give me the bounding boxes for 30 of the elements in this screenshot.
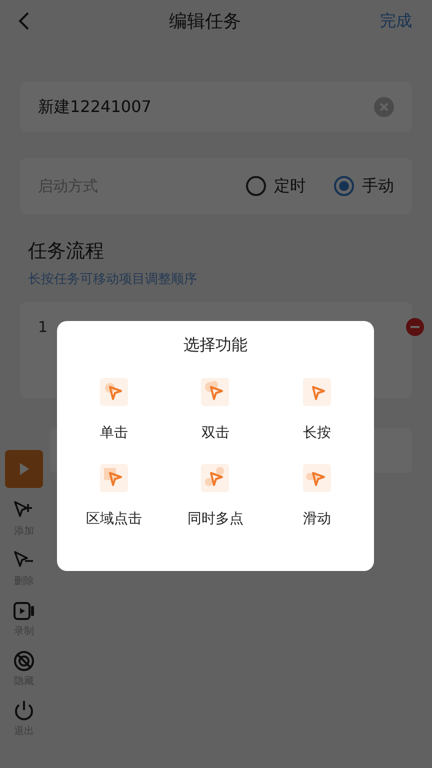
radio-option[interactable]: 定时: [246, 176, 306, 196]
function-option[interactable]: 单击: [63, 378, 165, 442]
cursor-icon: [100, 464, 128, 492]
delete-icon[interactable]: [406, 318, 424, 336]
back-icon[interactable]: [18, 11, 30, 31]
function-option[interactable]: 长按: [266, 378, 368, 442]
cursor-icon: [303, 464, 332, 492]
clear-icon[interactable]: [374, 97, 394, 117]
section-title: 任务流程: [28, 239, 105, 264]
function-option[interactable]: 滑动: [266, 464, 368, 528]
name-field[interactable]: 新建12241007: [20, 82, 412, 132]
cursor-icon: [201, 378, 230, 406]
function-option[interactable]: 同时多点: [164, 464, 266, 528]
power-icon: [13, 700, 35, 722]
cursor-icon: [303, 378, 332, 406]
page-title: 编辑任务: [169, 10, 241, 33]
hidden-icon: [13, 650, 35, 672]
done-button[interactable]: 完成: [380, 10, 412, 32]
radio-option[interactable]: 手动: [334, 176, 394, 196]
play-icon: [19, 463, 29, 475]
play-button[interactable]: [5, 450, 43, 488]
cursor-icon: [100, 378, 128, 406]
video-icon: [13, 600, 35, 622]
function-option[interactable]: 双击: [164, 378, 266, 442]
name-input[interactable]: 新建12241007: [38, 98, 366, 116]
step-number: 1: [38, 318, 48, 336]
dialog-title: 选择功能: [182, 335, 248, 356]
section-hint: 长按任务可移动项目调整顺序: [28, 271, 198, 288]
function-option[interactable]: 区域点击: [63, 464, 165, 528]
cursor-icon: [201, 464, 230, 492]
